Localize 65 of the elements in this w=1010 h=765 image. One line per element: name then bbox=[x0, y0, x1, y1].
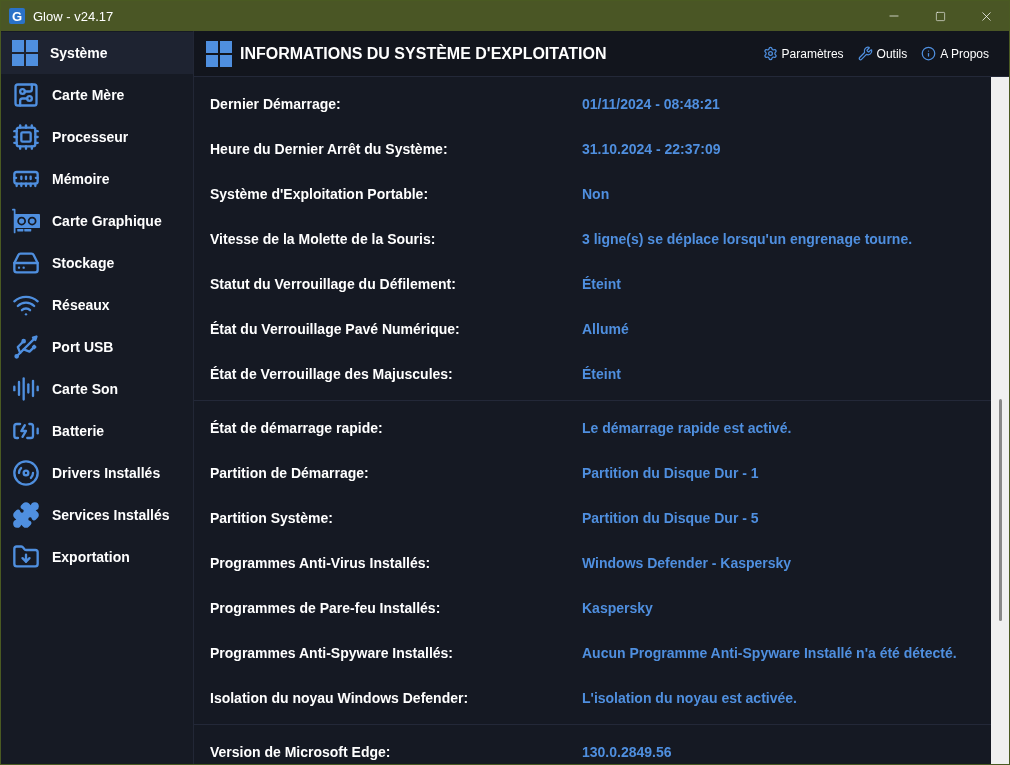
wrench-icon bbox=[857, 46, 873, 61]
property-value: 01/11/2024 - 08:48:21 bbox=[582, 95, 721, 112]
property-value: L'isolation du noyau est activée. bbox=[582, 689, 798, 706]
property-label: Heure du Dernier Arrêt du Système: bbox=[210, 140, 449, 157]
sidebar-item[interactable]: Carte Mère bbox=[1, 74, 193, 116]
property-label: Partition Système: bbox=[210, 509, 334, 526]
property-label: État du Verrouillage Pavé Numérique: bbox=[210, 320, 461, 337]
property-label: Programmes Anti-Virus Installés: bbox=[210, 554, 432, 571]
property-value: Allumé bbox=[582, 320, 630, 337]
sidebar-item[interactable]: Réseaux bbox=[1, 284, 193, 326]
cpu-icon bbox=[12, 123, 40, 151]
toolbar-link[interactable]: Paramètres bbox=[762, 46, 844, 61]
property-label: Statut du Verrouillage du Défilement: bbox=[210, 275, 457, 292]
settings-icon bbox=[762, 46, 778, 61]
property-value: 31.10.2024 - 22:37:09 bbox=[582, 140, 722, 157]
disc-icon bbox=[12, 459, 40, 487]
sidebar-item[interactable]: Carte Son bbox=[1, 368, 193, 410]
page-title: INFORMATIONS DU SYSTÈME D'EXPLOITATION bbox=[240, 44, 608, 63]
property-value: Non bbox=[582, 185, 611, 202]
sidebar-item[interactable]: Services Installés bbox=[1, 494, 193, 536]
circuit-board-icon bbox=[12, 81, 40, 109]
window-title: Glow - v24.17 bbox=[33, 8, 115, 24]
sidebar-item[interactable]: Exportation bbox=[1, 536, 193, 578]
property-label: Programmes Anti-Spyware Installés: bbox=[210, 644, 454, 661]
sidebar-item[interactable]: Batterie bbox=[1, 410, 193, 452]
property-label: Dernier Démarrage: bbox=[210, 95, 342, 112]
puzzle-icon bbox=[12, 501, 40, 529]
property-value: Partition du Disque Dur - 1 bbox=[582, 464, 760, 481]
sidebar-item[interactable]: Stockage bbox=[1, 242, 193, 284]
property-label: Système d'Exploitation Portable: bbox=[210, 185, 430, 202]
toolbar-link[interactable]: A Propos bbox=[921, 46, 989, 61]
property-label: Version de Microsoft Edge: bbox=[210, 743, 392, 760]
property-value: Éteint bbox=[582, 275, 622, 292]
property-label: Vitesse de la Molette de la Souris: bbox=[210, 230, 437, 247]
property-label: État de démarrage rapide: bbox=[210, 419, 384, 436]
sound-wave-icon bbox=[12, 375, 40, 403]
toolbar-link[interactable]: Outils bbox=[857, 46, 908, 61]
scrollbar-track[interactable] bbox=[991, 77, 1009, 764]
sidebar-item[interactable]: Carte Graphique bbox=[1, 200, 193, 242]
sidebar-item[interactable]: Mémoire bbox=[1, 158, 193, 200]
sidebar-item[interactable]: Système bbox=[1, 32, 193, 74]
sidebar-item[interactable]: Port USB bbox=[1, 326, 193, 368]
sidebar-item[interactable]: Processeur bbox=[1, 116, 193, 158]
property-value: Kaspersky bbox=[582, 599, 654, 616]
maximize-icon bbox=[934, 10, 946, 22]
property-value: Partition du Disque Dur - 5 bbox=[582, 509, 760, 526]
property-value: Windows Defender - Kaspersky bbox=[582, 554, 793, 571]
windows-logo-icon bbox=[206, 40, 232, 67]
property-value: 130.0.2849.56 bbox=[582, 743, 673, 760]
windows-logo-icon bbox=[12, 40, 38, 66]
scrollbar-thumb[interactable] bbox=[998, 399, 1002, 621]
property-label: Partition de Démarrage: bbox=[210, 464, 370, 481]
graphics-card-icon bbox=[12, 207, 40, 235]
property-value: Éteint bbox=[582, 365, 622, 382]
property-value: Aucun Programme Anti-Spyware Installé n'a été détecté. bbox=[582, 644, 958, 661]
usb-icon bbox=[12, 333, 40, 361]
property-value: Le démarrage rapide est activé. bbox=[582, 419, 793, 436]
folder-download-icon bbox=[12, 543, 40, 571]
app-logo: G bbox=[9, 8, 25, 24]
property-label: Programmes de Pare-feu Installés: bbox=[210, 599, 442, 616]
info-icon bbox=[921, 46, 937, 61]
sidebar-item[interactable]: Drivers Installés bbox=[1, 452, 193, 494]
property-label: Isolation du noyau Windows Defender: bbox=[210, 689, 470, 706]
property-value: 3 ligne(s) se déplace lorsqu'un engrenage tourne. bbox=[582, 230, 914, 247]
property-label: État de Verrouillage des Majuscules: bbox=[210, 365, 454, 382]
